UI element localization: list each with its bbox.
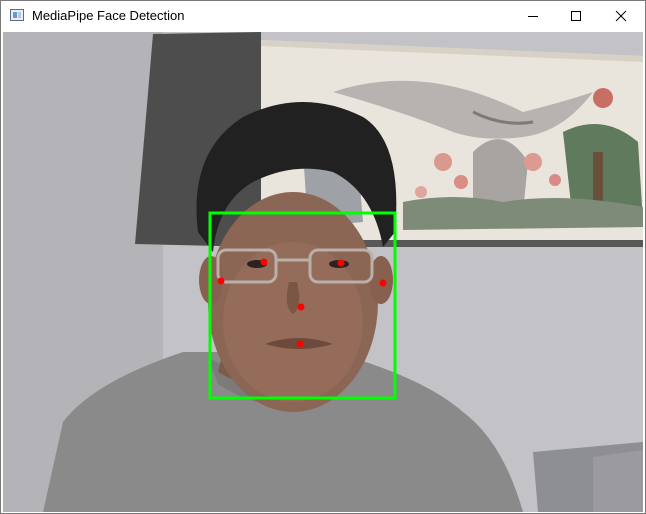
window-title: MediaPipe Face Detection [32, 8, 185, 23]
keypoint-right-ear-tragion [217, 277, 225, 285]
title-bar[interactable]: MediaPipe Face Detection [1, 1, 645, 31]
app-window-icon [10, 9, 24, 21]
close-icon [615, 10, 627, 22]
minimize-icon [528, 16, 538, 17]
keypoint-left-ear-tragion [379, 279, 387, 287]
camera-viewport [3, 32, 643, 512]
keypoint-mouth-center [296, 340, 304, 348]
close-button[interactable] [599, 1, 643, 31]
app-window: MediaPipe Face Detection [0, 0, 646, 514]
maximize-icon [571, 11, 581, 21]
maximize-button[interactable] [554, 1, 598, 31]
keypoint-nose-tip [297, 303, 305, 311]
keypoint-right-eye [260, 258, 268, 266]
keypoint-left-eye [337, 259, 345, 267]
minimize-button[interactable] [511, 1, 555, 31]
camera-frame [3, 32, 643, 512]
